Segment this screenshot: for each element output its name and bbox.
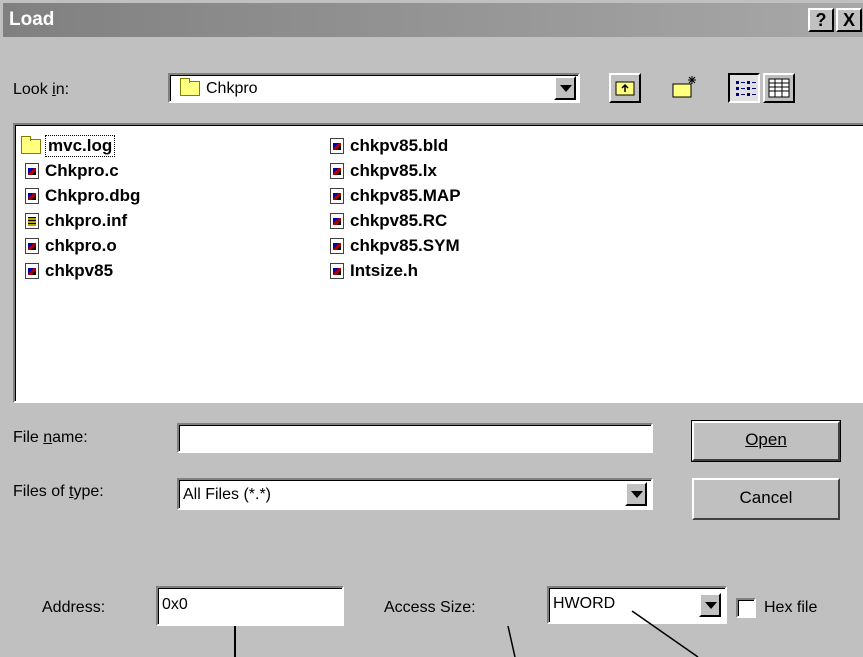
load-dialog: Load ? X Look in: Chkpro mvc.log Chkpro.… [0, 0, 863, 657]
callout-lines [507, 610, 699, 657]
